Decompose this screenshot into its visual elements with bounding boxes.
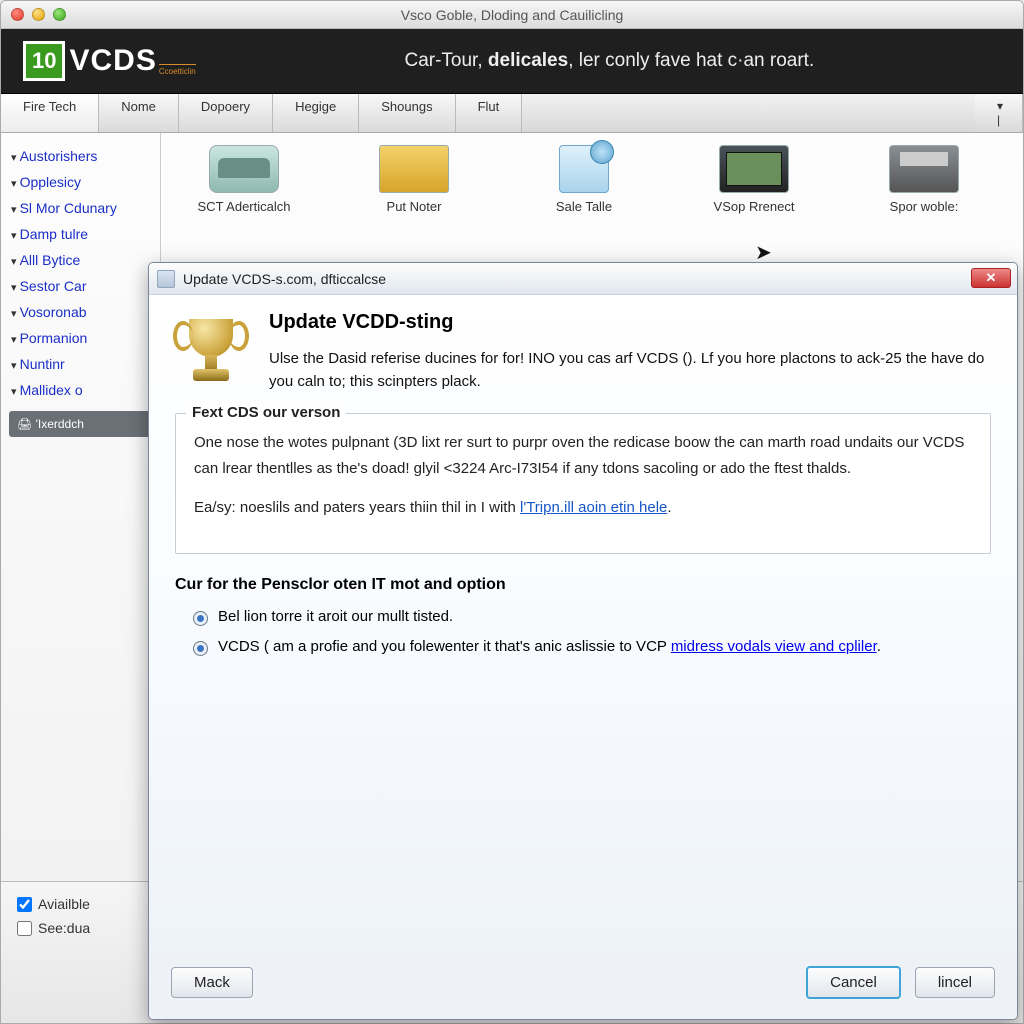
option-1-label: Bel lion torre it aroit our mullt tisted… — [218, 608, 453, 625]
sidebar-item[interactable]: Sl Mor Cdunary — [9, 195, 152, 221]
tool-vsop[interactable]: VSop Rrenect — [689, 145, 819, 214]
car-icon — [209, 145, 279, 193]
dialog-header: Update VCDD-sting Ulse the Dasid referis… — [175, 311, 991, 395]
dialog-app-icon — [157, 270, 175, 288]
tab-nome[interactable]: Nome — [99, 94, 179, 132]
tabstrip: Fire Tech Nome Dopoery Hegige Shoungs Fl… — [1, 94, 1023, 133]
cancel-button[interactable]: Cancel — [806, 966, 901, 999]
checkbox-icon[interactable] — [17, 921, 32, 936]
sidebar-item[interactable]: Damp tulre — [9, 221, 152, 247]
group-paragraph-1: One nose the wotes pulpnant (3D lixt rer… — [194, 430, 972, 481]
tab-dopoery[interactable]: Dopoery — [179, 94, 273, 132]
checkbox-icon[interactable] — [17, 897, 32, 912]
trophy-icon — [175, 311, 247, 395]
tab-shoungs[interactable]: Shoungs — [359, 94, 455, 132]
tool-sct[interactable]: SCT Aderticalch — [179, 145, 309, 214]
banner: 10 VCDS Ccoetticlin Car-Tour, delicales,… — [1, 29, 1023, 94]
dialog-title-text: Update VCDS-s.com, dfticcalcse — [183, 271, 386, 287]
dialog-header-text: Update VCDD-sting Ulse the Dasid referis… — [269, 311, 991, 393]
next-button[interactable]: lincel — [915, 967, 995, 998]
close-window-icon[interactable] — [11, 8, 24, 21]
option-1[interactable]: Bel lion torre it aroit our mullt tisted… — [175, 608, 991, 626]
options-heading: Cur for the Pensclor oten IT mot and opt… — [175, 576, 991, 594]
option-2[interactable]: VCDS ( am a profie and you folewenter it… — [175, 638, 991, 656]
group-paragraph-2: Ea/sy: noeslils and paters years thiin t… — [194, 495, 972, 521]
printer-icon — [889, 145, 959, 193]
dialog-close-button[interactable] — [971, 268, 1011, 288]
logo-badge: 10 — [23, 41, 65, 81]
tool-spor[interactable]: Spor woble: — [859, 145, 989, 214]
options-section: Cur for the Pensclor oten IT mot and opt… — [175, 576, 991, 656]
traffic-lights — [11, 8, 66, 21]
dialog-body: Update VCDD-sting Ulse the Dasid referis… — [149, 295, 1017, 952]
version-groupbox: Fext CDS our verson One nose the wotes p… — [175, 413, 991, 554]
document-icon — [559, 145, 609, 193]
sidebar-item[interactable]: Opplesicy — [9, 169, 152, 195]
tool-put-noter[interactable]: Put Noter — [349, 145, 479, 214]
groupbox-legend: Fext CDS our verson — [186, 404, 346, 421]
logo-subtext: Ccoetticlin — [159, 64, 196, 76]
sidebar-item[interactable]: Mallidex o — [9, 377, 152, 403]
sidebar-item[interactable]: Austorishers — [9, 143, 152, 169]
sidebar-item[interactable]: Vosoronab — [9, 299, 152, 325]
zoom-window-icon[interactable] — [53, 8, 66, 21]
sidebar-item[interactable]: Alll Bytice — [9, 247, 152, 273]
tab-hegige[interactable]: Hegige — [273, 94, 359, 132]
dialog-titlebar: Update VCDS-s.com, dfticcalcse — [149, 263, 1017, 295]
tab-fire-tech[interactable]: Fire Tech — [1, 94, 99, 132]
tab-flut[interactable]: Flut — [456, 94, 523, 132]
option-2-label: VCDS ( am a profie and you folewenter it… — [218, 638, 881, 655]
minimize-window-icon[interactable] — [32, 8, 45, 21]
window-title: Vsco Goble, Dloding and Cauilicling — [1, 7, 1023, 23]
radio-icon[interactable] — [193, 611, 208, 626]
sidebar-item[interactable]: Sestor Car — [9, 273, 152, 299]
toolbar-row: SCT Aderticalch Put Noter Sale Talle VSo… — [179, 145, 1005, 214]
update-dialog: Update VCDS-s.com, dfticcalcse Update VC… — [148, 262, 1018, 1020]
tab-overflow-dropdown[interactable]: ▾ | — [975, 94, 1023, 132]
back-button[interactable]: Mack — [171, 967, 253, 998]
sidebar-item[interactable]: Pormanion — [9, 325, 152, 351]
tool-sale-talle[interactable]: Sale Talle — [519, 145, 649, 214]
help-link[interactable]: l'Tripn.ill aoin etin hele — [520, 499, 667, 516]
titlebar: Vsco Goble, Dloding and Cauilicling — [1, 1, 1023, 29]
tagline: Car-Tour, delicales, ler conly fave hat … — [218, 50, 1001, 72]
option-2-link[interactable]: midress vodals view and cpliler — [671, 638, 877, 655]
dialog-heading: Update VCDD-sting — [269, 311, 991, 334]
sidebar-item[interactable]: Nuntinr — [9, 351, 152, 377]
logo-text: VCDS — [69, 44, 156, 78]
device-icon — [719, 145, 789, 193]
dialog-footer: Mack Cancel lincel — [149, 952, 1017, 1019]
radio-icon[interactable] — [193, 641, 208, 656]
app-logo: 10 VCDS Ccoetticlin — [23, 41, 196, 81]
sidebar-device-card[interactable]: 'Ixerddch — [9, 411, 152, 437]
folder-icon — [379, 145, 449, 193]
dialog-intro: Ulse the Dasid referise ducines for for!… — [269, 348, 991, 393]
